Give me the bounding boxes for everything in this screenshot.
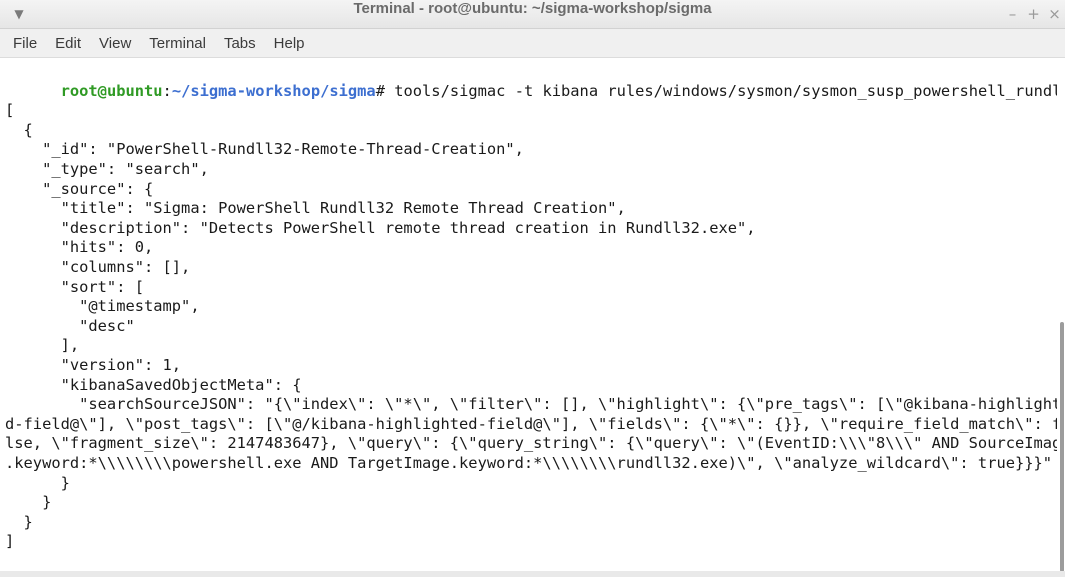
command-line: root@ubuntu:~/sigma-workshop/sigma# tool… xyxy=(5,61,1065,100)
terminal-output[interactable]: root@ubuntu:~/sigma-workshop/sigma# tool… xyxy=(0,59,1065,577)
output-line: "searchSourceJSON": "{\"index\": \"*\", … xyxy=(5,395,1065,414)
output-line: "columns": [], xyxy=(5,258,191,276)
output-line: } xyxy=(5,512,33,531)
output-line: } xyxy=(5,493,52,512)
current-prompt-line[interactable]: root@ubuntu:~/sigma-workshop/sigma# xyxy=(5,551,405,577)
vertical-scrollbar[interactable] xyxy=(1057,59,1065,577)
close-button[interactable]: × xyxy=(1044,0,1065,28)
output-line: .keyword:*\\\\\\\\powershell.exe AND Tar… xyxy=(5,454,1053,472)
command-text: tools/sigmac -t kibana rules/windows/sys… xyxy=(394,82,1065,100)
output-line: { xyxy=(5,120,33,139)
output-line: "kibanaSavedObjectMeta": { xyxy=(5,375,302,394)
maximize-button[interactable]: + xyxy=(1023,0,1044,28)
output-line: "version": 1, xyxy=(5,356,182,374)
output-line: [ xyxy=(5,101,15,120)
prompt-user-host: root@ubuntu xyxy=(60,82,163,100)
scrollbar-thumb[interactable] xyxy=(1060,322,1064,572)
window-controls: – + × xyxy=(1002,0,1065,28)
output-line: "title": "Sigma: PowerShell Rundll32 Rem… xyxy=(5,199,626,218)
output-line: ] xyxy=(5,532,15,551)
output-line: ], xyxy=(5,336,80,355)
prompt-path: ~/sigma-workshop/sigma xyxy=(171,82,376,100)
menu-file[interactable]: File xyxy=(4,29,46,58)
output-line: "hits": 0, xyxy=(5,238,154,257)
menu-view[interactable]: View xyxy=(90,29,140,58)
output-line: "@timestamp", xyxy=(5,297,200,316)
prompt-symbol: # xyxy=(375,82,395,100)
terminal-window: ▼ Terminal - root@ubuntu: ~/sigma-worksh… xyxy=(0,0,1065,577)
menu-bar: File Edit View Terminal Tabs Help xyxy=(0,29,1065,58)
output-line: "_id": "PowerShell-Rundll32-Remote-Threa… xyxy=(5,140,524,159)
minimize-button[interactable]: – xyxy=(1002,0,1023,28)
prompt-separator: : xyxy=(162,82,172,100)
output-line: "_source": { xyxy=(5,179,154,198)
title-bar[interactable]: ▼ Terminal - root@ubuntu: ~/sigma-worksh… xyxy=(0,0,1065,29)
output-line: d-field@\"], \"post_tags\": [\"@/kibana-… xyxy=(5,414,1065,433)
menu-terminal[interactable]: Terminal xyxy=(140,29,215,58)
output-line: "desc" xyxy=(5,316,135,335)
output-line: } xyxy=(5,473,70,492)
window-bottom-edge xyxy=(0,571,1065,577)
output-line: lse, \"fragment_size\": 2147483647}, \"q… xyxy=(5,434,1065,453)
output-line: "description": "Detects PowerShell remot… xyxy=(5,218,756,237)
menu-help[interactable]: Help xyxy=(265,29,314,58)
output-line: "_type": "search", xyxy=(5,160,209,178)
menu-tabs[interactable]: Tabs xyxy=(215,29,265,58)
window-title: Terminal - root@ubuntu: ~/sigma-workshop… xyxy=(353,0,712,17)
output-line: "sort": [ xyxy=(5,277,144,296)
menu-edit[interactable]: Edit xyxy=(46,29,90,58)
